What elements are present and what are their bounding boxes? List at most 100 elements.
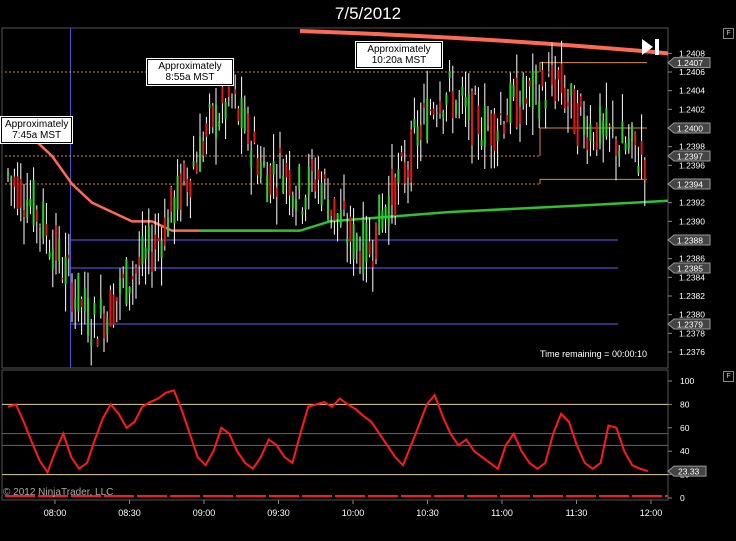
bar-body-55 [183,162,185,182]
bar-body-80 [263,160,265,166]
bar-body-156 [506,114,509,123]
bar-body-175 [567,102,569,107]
bar-body-26 [90,338,93,346]
bar-body-59 [195,162,198,173]
bar-body-118 [384,206,387,220]
bar-body-129 [419,125,422,141]
bar-body-39 [131,276,134,280]
bar-body-104 [339,210,342,226]
bar-body-132 [429,109,432,112]
bar-body-181 [586,137,589,151]
bar-body-6 [26,199,29,218]
bar-body-165 [535,69,537,84]
annotation-1020-line2: 10:20a MST [371,55,427,66]
time-tick-label-4: 10:00 [342,508,365,518]
price-panel-f-button[interactable]: F [723,28,734,39]
bar-body-49 [163,217,166,246]
bar-body-19 [67,254,70,259]
band-right-upper [539,62,647,72]
bar-body-50 [167,218,169,237]
bar-body-180 [583,116,585,135]
bar-body-16 [58,238,61,262]
bar-body-81 [266,174,269,203]
bar-body-168 [544,99,547,109]
band-right-lower [539,178,647,184]
bar-body-145 [471,91,473,146]
bar-body-141 [458,95,461,97]
bar-body-58 [192,161,195,167]
bar-body-92 [301,211,304,215]
bar-body-164 [531,71,534,108]
time-tick-label-2: 09:00 [193,508,216,518]
bar-body-44 [147,226,150,252]
bar-body-79 [259,161,262,178]
bar-body-150 [487,124,489,129]
bar-body-127 [413,118,416,128]
bar-body-178 [576,103,579,147]
bar-body-67 [221,86,224,104]
osc-tick-label-0: 0 [680,493,685,503]
bar-body-151 [490,113,493,146]
bar-body-109 [355,235,358,252]
bar-body-176 [570,84,573,96]
annotation-745-line1: Approximately [5,119,69,130]
bar-body-22 [77,272,80,312]
bar-body-155 [503,124,505,134]
osc-panel-f-button[interactable]: F [723,371,734,382]
bar-body-71 [234,89,237,94]
bar-body-60 [199,137,201,172]
bar-body-103 [336,213,339,220]
bar-body-187 [605,108,608,137]
bar-body-140 [455,101,457,115]
bar-body-120 [391,168,393,205]
price-tick-label-7: 1.2390 [679,216,705,226]
bar-body-93 [304,197,307,210]
bar-body-192 [621,121,624,144]
time-tick-label-7: 11:30 [566,508,588,518]
bar-body-96 [314,179,317,192]
oscillator-panel: 02040608010023.33 [2,376,707,503]
bar-body-169 [547,71,550,74]
bar-body-13 [48,252,51,258]
price-bars [7,40,646,366]
bar-body-27 [93,302,96,315]
osc-tick-label-5: 100 [680,376,694,386]
price-tick-label-13: 1.2402 [679,104,705,114]
bar-body-36 [122,273,125,279]
bar-body-135 [439,100,441,114]
bar-body-56 [186,178,189,192]
bar-body-42 [141,236,144,265]
bar-body-148 [480,139,483,147]
osc-tick-label-2: 40 [680,446,690,456]
bar-body-153 [496,130,499,141]
bar-body-33 [112,294,115,325]
price-markers: 1.24071.24001.23971.23941.23881.23851.23… [667,57,711,330]
bar-body-72 [237,108,240,121]
price-axis: 1.23761.23781.23801.23821.23841.23861.23… [668,48,705,357]
osc-last-value: 23.33 [678,467,700,477]
bar-body-41 [138,256,141,266]
bar-body-68 [224,101,227,120]
annotation-745: Approximately 7:45a MST [0,116,74,144]
bar-body-18 [64,256,67,285]
bar-body-162 [525,98,528,104]
price-tick-label-16: 1.2408 [679,48,705,58]
time-tick-label-5: 10:30 [416,508,439,518]
bar-body-184 [595,123,598,150]
bar-body-77 [253,131,256,143]
bar-body-139 [451,91,454,119]
bar-body-199 [643,159,646,181]
price-marker-6: 1.2379 [677,320,703,330]
bar-body-40 [135,267,137,274]
bar-body-130 [423,102,425,108]
bar-body-20 [71,282,73,313]
bar-body-137 [445,94,448,105]
bar-body-37 [125,259,128,305]
bar-body-35 [119,277,121,294]
bar-body-73 [240,97,243,129]
bar-body-9 [35,209,38,222]
bar-body-53 [176,175,179,210]
bar-body-32 [109,290,112,327]
skip-to-end-icon[interactable] [640,37,662,57]
bar-body-128 [416,125,419,147]
